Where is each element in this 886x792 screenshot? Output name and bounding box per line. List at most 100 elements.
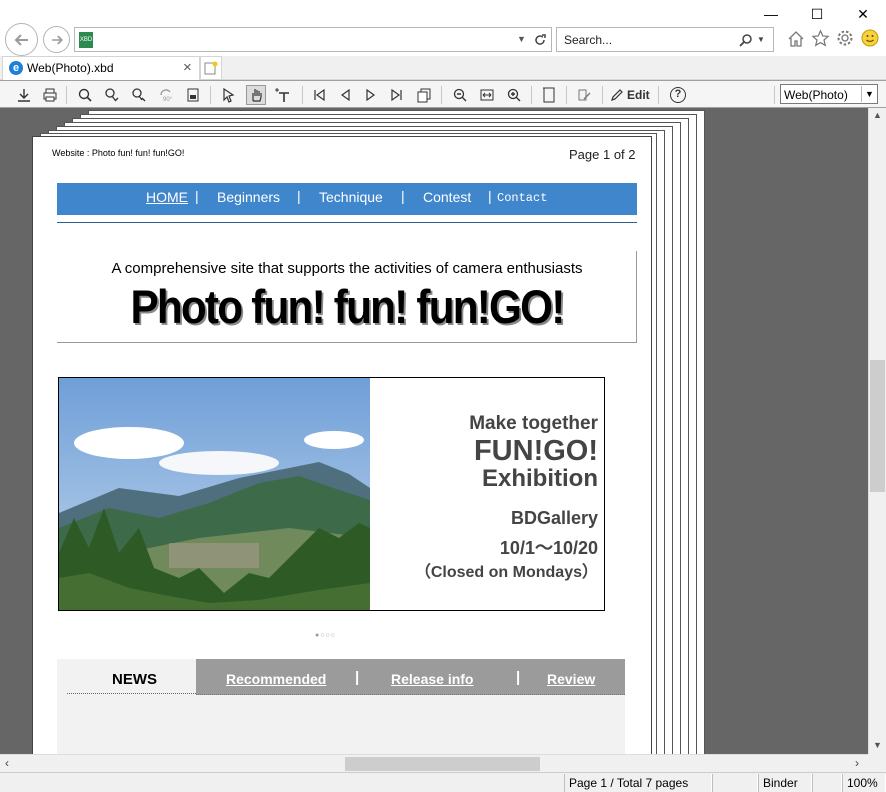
next-page-button[interactable]	[361, 85, 381, 105]
toolbar-separator	[774, 86, 775, 104]
refresh-icon[interactable]	[533, 33, 547, 47]
site-menu-bar: HOME | Beginners | Technique | Contest |…	[57, 183, 637, 215]
scroll-left-icon[interactable]: ‹	[5, 756, 9, 770]
print-button[interactable]	[40, 85, 60, 105]
document-icon	[187, 88, 199, 102]
page-number: Page 1 of 2	[569, 147, 636, 162]
hero-banner[interactable]: Make together FUN!GO! Exhibition BDGalle…	[58, 377, 605, 611]
search-input[interactable]: Search...	[564, 33, 612, 47]
favorites-star-icon[interactable]	[811, 29, 830, 48]
smiley-icon[interactable]	[861, 29, 879, 47]
news-tab-underline	[67, 693, 196, 694]
last-page-button[interactable]	[387, 85, 407, 105]
annotation-button[interactable]	[574, 85, 594, 105]
zoom-in-button[interactable]	[504, 85, 524, 105]
horizontal-scrollbar[interactable]: ‹ ›	[0, 754, 868, 772]
save-button[interactable]	[14, 85, 34, 105]
toolbar-separator	[302, 86, 303, 104]
status-zoom: 100%	[842, 774, 886, 792]
banner-line4: BDGallery	[510, 508, 598, 528]
hand-icon	[252, 89, 262, 102]
edit-button[interactable]: Edit	[610, 85, 654, 105]
help-button[interactable]: ?	[668, 85, 688, 105]
menu-contact[interactable]: Contact	[497, 191, 547, 205]
menu-technique[interactable]: Technique	[319, 189, 383, 205]
tab-title: Web(Photo).xbd	[27, 61, 114, 75]
news-divider	[196, 694, 625, 695]
magnifier-icon	[78, 88, 92, 102]
news-tab-active[interactable]: NEWS	[57, 659, 196, 695]
menu-separator: |	[297, 188, 301, 204]
annotation-icon	[578, 89, 591, 101]
toolbar-separator	[566, 86, 567, 104]
vertical-scrollbar[interactable]: ▲ ▼	[868, 108, 886, 754]
scroll-down-icon[interactable]: ▼	[873, 740, 882, 750]
zoom-out-icon	[453, 88, 467, 102]
news-separator: |	[516, 669, 521, 686]
rotate-90-button[interactable]: 90°	[156, 85, 176, 105]
tab-close-icon[interactable]: ×	[183, 59, 192, 76]
landscape-photo	[59, 378, 370, 610]
back-button[interactable]	[5, 23, 38, 56]
menu-underline	[57, 222, 637, 223]
hand-tool-button[interactable]	[246, 85, 266, 105]
fit-width-button[interactable]	[477, 85, 497, 105]
horizontal-scroll-thumb[interactable]	[345, 757, 540, 771]
scroll-up-icon[interactable]: ▲	[873, 110, 882, 120]
scroll-right-icon[interactable]: ›	[855, 756, 859, 770]
pages-button[interactable]	[414, 85, 434, 105]
new-tab-button[interactable]	[200, 56, 222, 80]
search-box[interactable]: Search... ▼	[556, 27, 774, 52]
tab-document[interactable]: e Web(Photo).xbd ×	[2, 56, 200, 80]
single-page-button[interactable]	[538, 85, 560, 105]
menu-separator: |	[488, 188, 492, 204]
print-icon	[43, 88, 57, 102]
news-separator: |	[355, 669, 360, 686]
last-page-icon	[391, 88, 402, 102]
first-page-icon	[314, 88, 325, 102]
pencil-icon	[611, 89, 623, 101]
find-button[interactable]	[75, 85, 95, 105]
first-page-button[interactable]	[309, 85, 329, 105]
select-tool-button[interactable]	[219, 85, 239, 105]
find-previous-button[interactable]	[102, 85, 122, 105]
file-icon: XBD	[79, 32, 93, 48]
menu-separator: |	[401, 188, 405, 204]
previous-page-icon	[340, 88, 350, 102]
search-dropdown-icon[interactable]: ▼	[757, 35, 765, 44]
viewer-toolbar: 90° Edit ? Web(Photo) ▼	[0, 80, 886, 108]
ie-icon: e	[9, 61, 23, 75]
forward-button[interactable]	[43, 26, 70, 53]
document-viewer[interactable]: Website : Photo fun! fun! fun!GO! Page 1…	[0, 108, 868, 754]
maximize-icon: ☐	[810, 5, 824, 22]
menu-beginners[interactable]: Beginners	[217, 189, 280, 205]
address-bar[interactable]: XBD ▼	[74, 27, 552, 52]
carousel-dots[interactable]: ●○○○	[315, 632, 336, 639]
news-tab-release-info[interactable]: Release info	[391, 671, 473, 687]
find-next-button[interactable]	[129, 85, 149, 105]
gear-icon[interactable]	[836, 29, 854, 47]
vertical-scroll-thumb[interactable]	[870, 360, 885, 492]
zoom-out-button[interactable]	[450, 85, 470, 105]
status-empty-cell	[812, 774, 842, 792]
news-tab-recommended[interactable]: Recommended	[226, 671, 326, 687]
text-tool-button[interactable]	[273, 85, 293, 105]
home-icon[interactable]	[787, 30, 805, 48]
search-icon[interactable]	[739, 33, 753, 47]
edit-label: Edit	[627, 88, 650, 102]
page: Website : Photo fun! fun! fun!GO! Page 1…	[32, 136, 652, 754]
toolbar-separator	[441, 86, 442, 104]
view-select[interactable]: Web(Photo) ▼	[780, 84, 878, 104]
news-tab-review[interactable]: Review	[547, 671, 595, 687]
help-icon: ?	[670, 87, 686, 103]
address-dropdown-icon[interactable]: ▼	[517, 34, 526, 44]
previous-page-button[interactable]	[335, 85, 355, 105]
page-layout-button[interactable]	[183, 85, 203, 105]
view-select-value: Web(Photo)	[784, 88, 848, 102]
menu-home[interactable]: HOME	[146, 189, 188, 205]
menu-contest[interactable]: Contest	[423, 189, 471, 205]
minimize-icon: —	[764, 6, 778, 22]
banner-line2: FUN!GO!	[473, 435, 598, 467]
single-page-icon	[543, 87, 555, 103]
banner-line1: Make together	[469, 413, 598, 434]
